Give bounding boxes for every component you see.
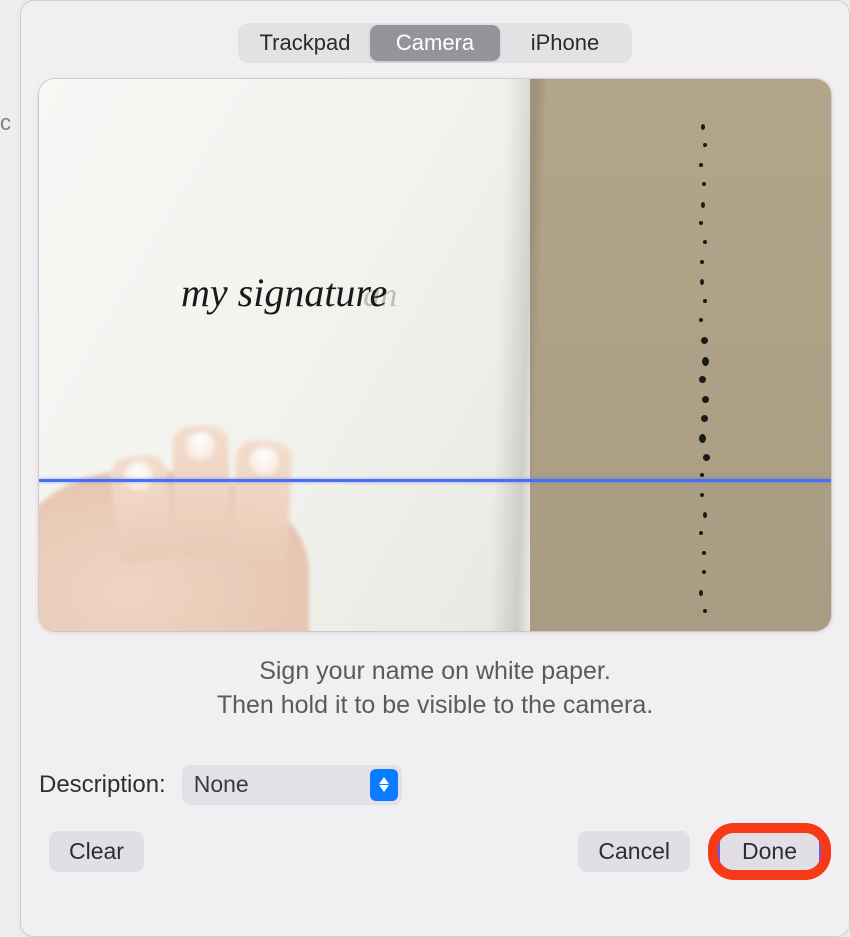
cancel-button[interactable]: Cancel <box>578 831 690 872</box>
done-button-highlight-wrap: Done <box>708 823 831 880</box>
table-surface <box>530 79 831 631</box>
instruction-text: Sign your name on white paper. Then hold… <box>21 655 849 723</box>
description-label: Description: <box>39 771 166 799</box>
hand-holding-paper <box>39 451 339 631</box>
input-method-segmented-control: Trackpad Camera iPhone <box>238 23 632 63</box>
tab-trackpad[interactable]: Trackpad <box>240 25 370 61</box>
dialog-button-row: Clear Cancel Done <box>49 823 831 880</box>
tab-iphone[interactable]: iPhone <box>500 25 630 61</box>
description-row: Description: None <box>39 765 831 805</box>
signature-dialog: Trackpad Camera iPhone my signaturean Si… <box>20 0 850 937</box>
signature-text: my signature <box>181 270 387 315</box>
paper-edge-marks <box>701 124 711 609</box>
detected-signature: my signaturean <box>181 269 397 316</box>
done-button[interactable]: Done <box>720 831 819 872</box>
signature-ghost-overlay: an <box>363 277 397 314</box>
description-select-value: None <box>194 771 249 798</box>
camera-preview: my signaturean <box>39 79 831 631</box>
tab-label: iPhone <box>531 30 600 56</box>
tab-camera[interactable]: Camera <box>370 25 500 61</box>
clear-button[interactable]: Clear <box>49 831 144 872</box>
tab-label: Camera <box>396 30 474 56</box>
instruction-line2: Then hold it to be visible to the camera… <box>21 689 849 723</box>
tab-label: Trackpad <box>260 30 351 56</box>
select-stepper-icon <box>370 769 398 801</box>
background-truncated-text: c <box>0 110 20 136</box>
instruction-line1: Sign your name on white paper. <box>21 655 849 689</box>
baseline-guide-line <box>39 479 831 482</box>
description-select[interactable]: None <box>182 765 402 805</box>
